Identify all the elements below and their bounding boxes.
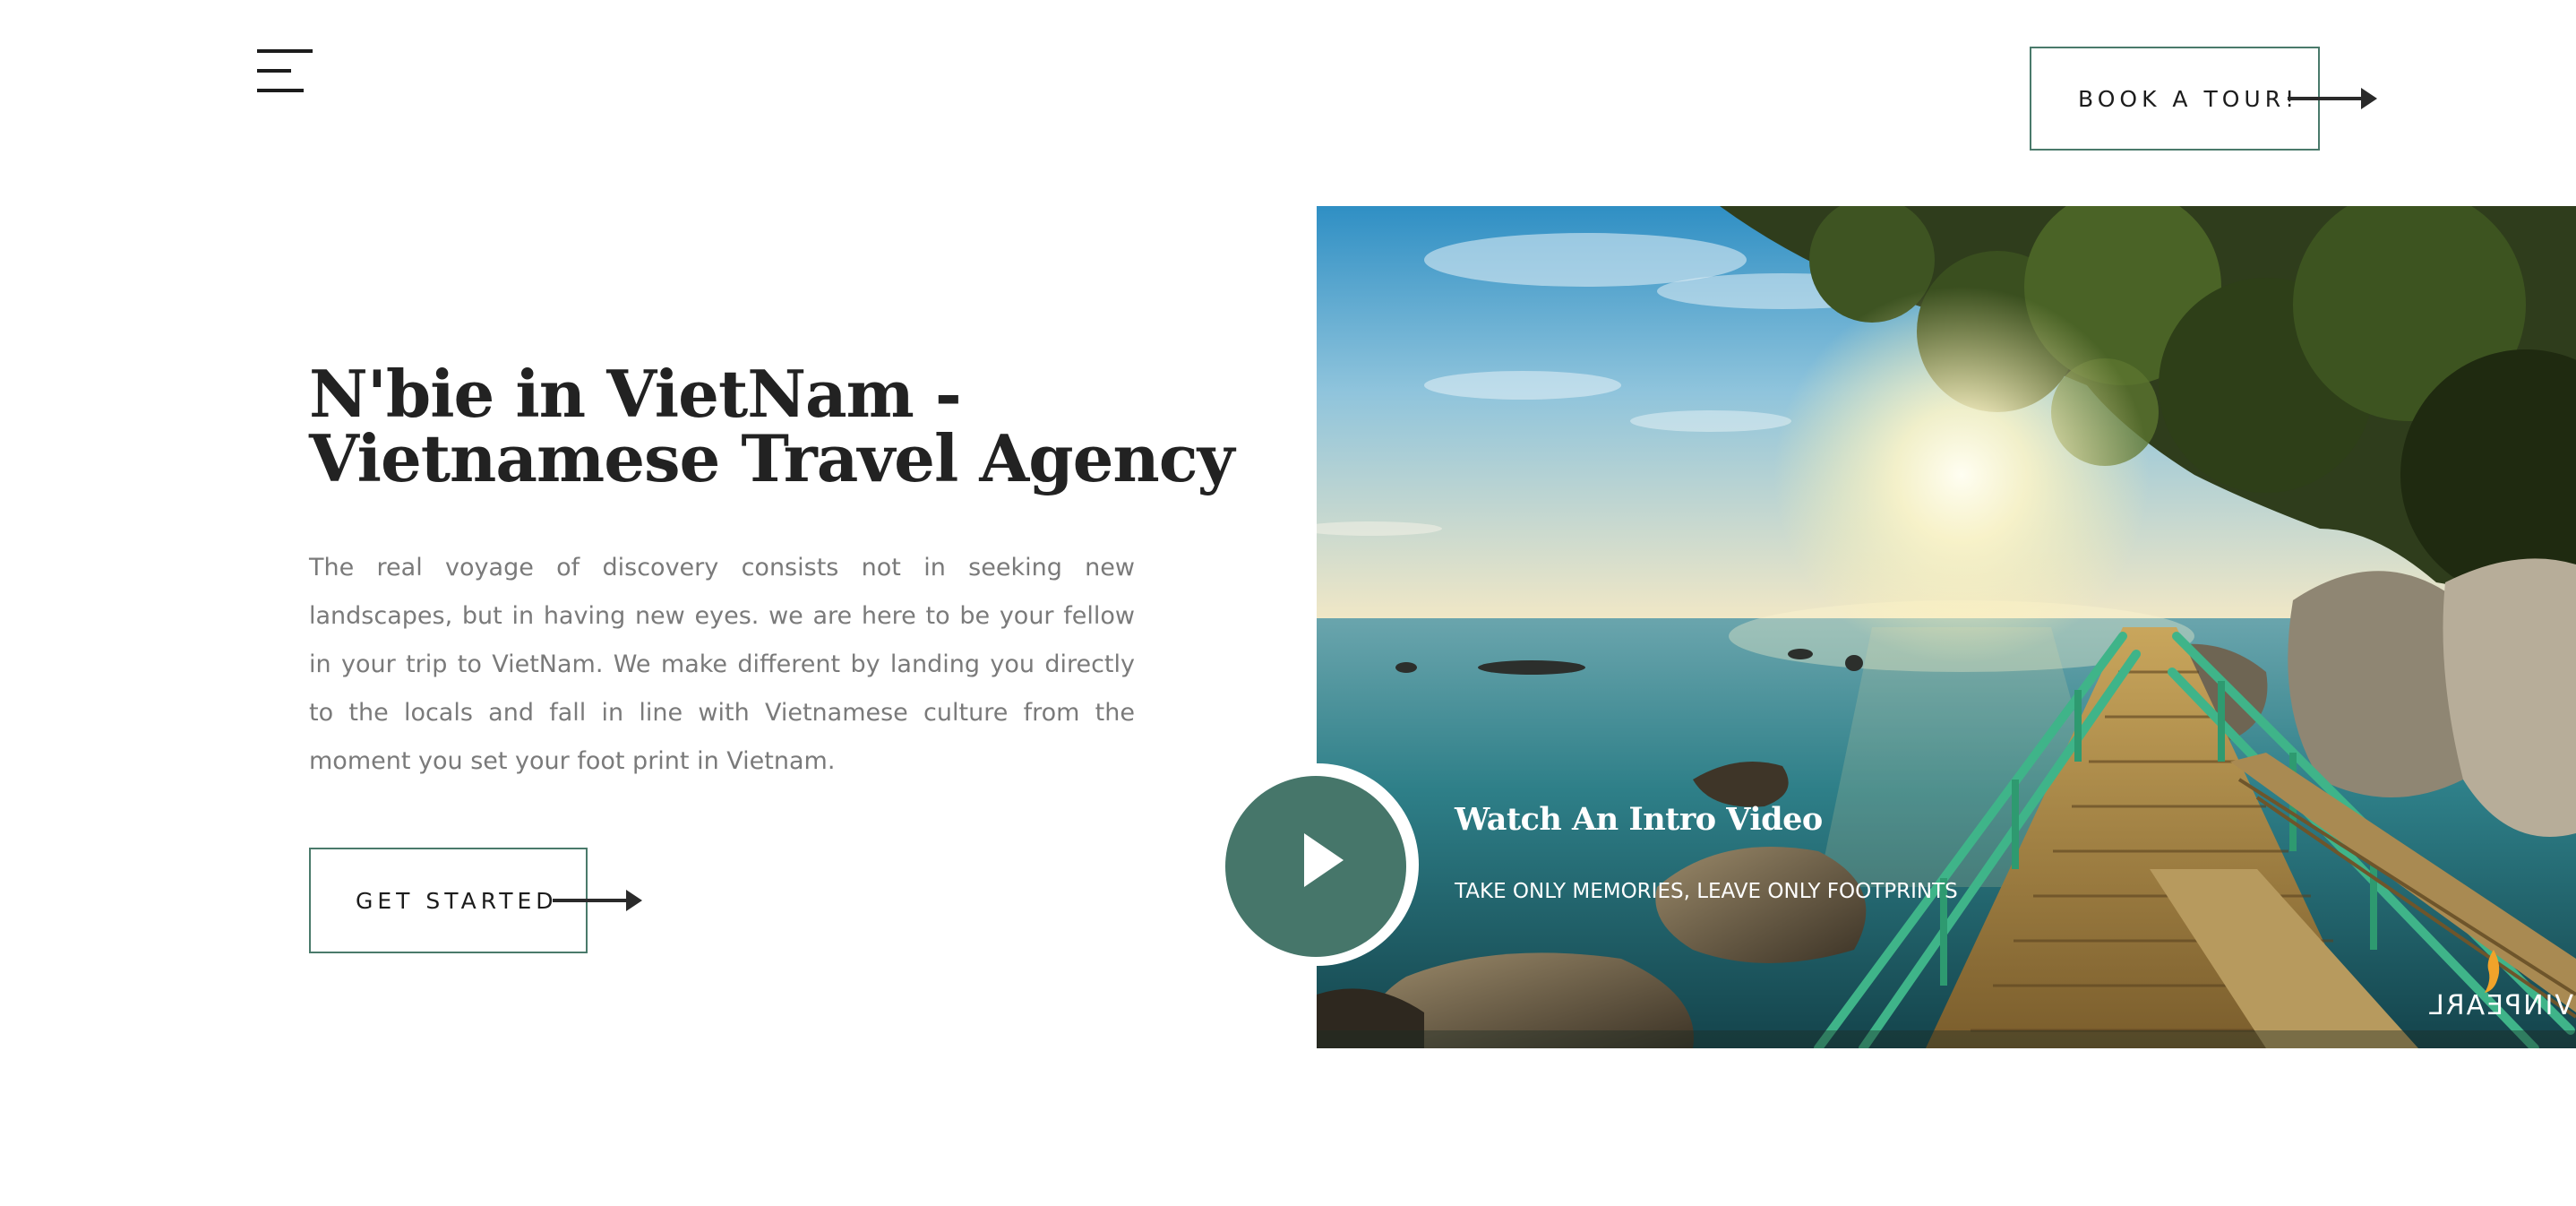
title-line-1: N'bie in VietNam -: [309, 356, 962, 432]
title-line-2: Vietnamese Travel Agency: [309, 420, 1234, 496]
get-started-button[interactable]: GET STARTED: [309, 848, 642, 953]
video-title: Watch An Intro Video: [1455, 801, 1823, 838]
menu-line: [257, 89, 304, 92]
hero-photo: [1317, 206, 2576, 1048]
hero-description: The real voyage of discovery consists no…: [309, 554, 1135, 775]
book-a-tour-button[interactable]: BOOK A TOUR!: [2030, 47, 2377, 151]
menu-line: [257, 49, 313, 53]
page-title: N'bie in VietNam - Vietnamese Travel Age…: [309, 356, 1234, 496]
play-button-circle: [1225, 776, 1406, 957]
play-icon: [1304, 833, 1344, 887]
arrow-right-icon: [553, 890, 642, 911]
photo-watermark: VINPEARL: [2427, 990, 2573, 1021]
get-started-label: GET STARTED: [356, 887, 558, 914]
play-video-button[interactable]: [1216, 763, 1419, 966]
book-a-tour-label: BOOK A TOUR!: [2078, 85, 2299, 112]
arrow-right-icon: [2288, 88, 2377, 109]
video-subtitle: TAKE ONLY MEMORIES, LEAVE ONLY FOOTPRINT…: [1455, 880, 1958, 903]
hamburger-menu-icon[interactable]: [257, 49, 313, 92]
vinpearl-logo-icon: [2485, 950, 2500, 993]
menu-line: [257, 69, 291, 73]
